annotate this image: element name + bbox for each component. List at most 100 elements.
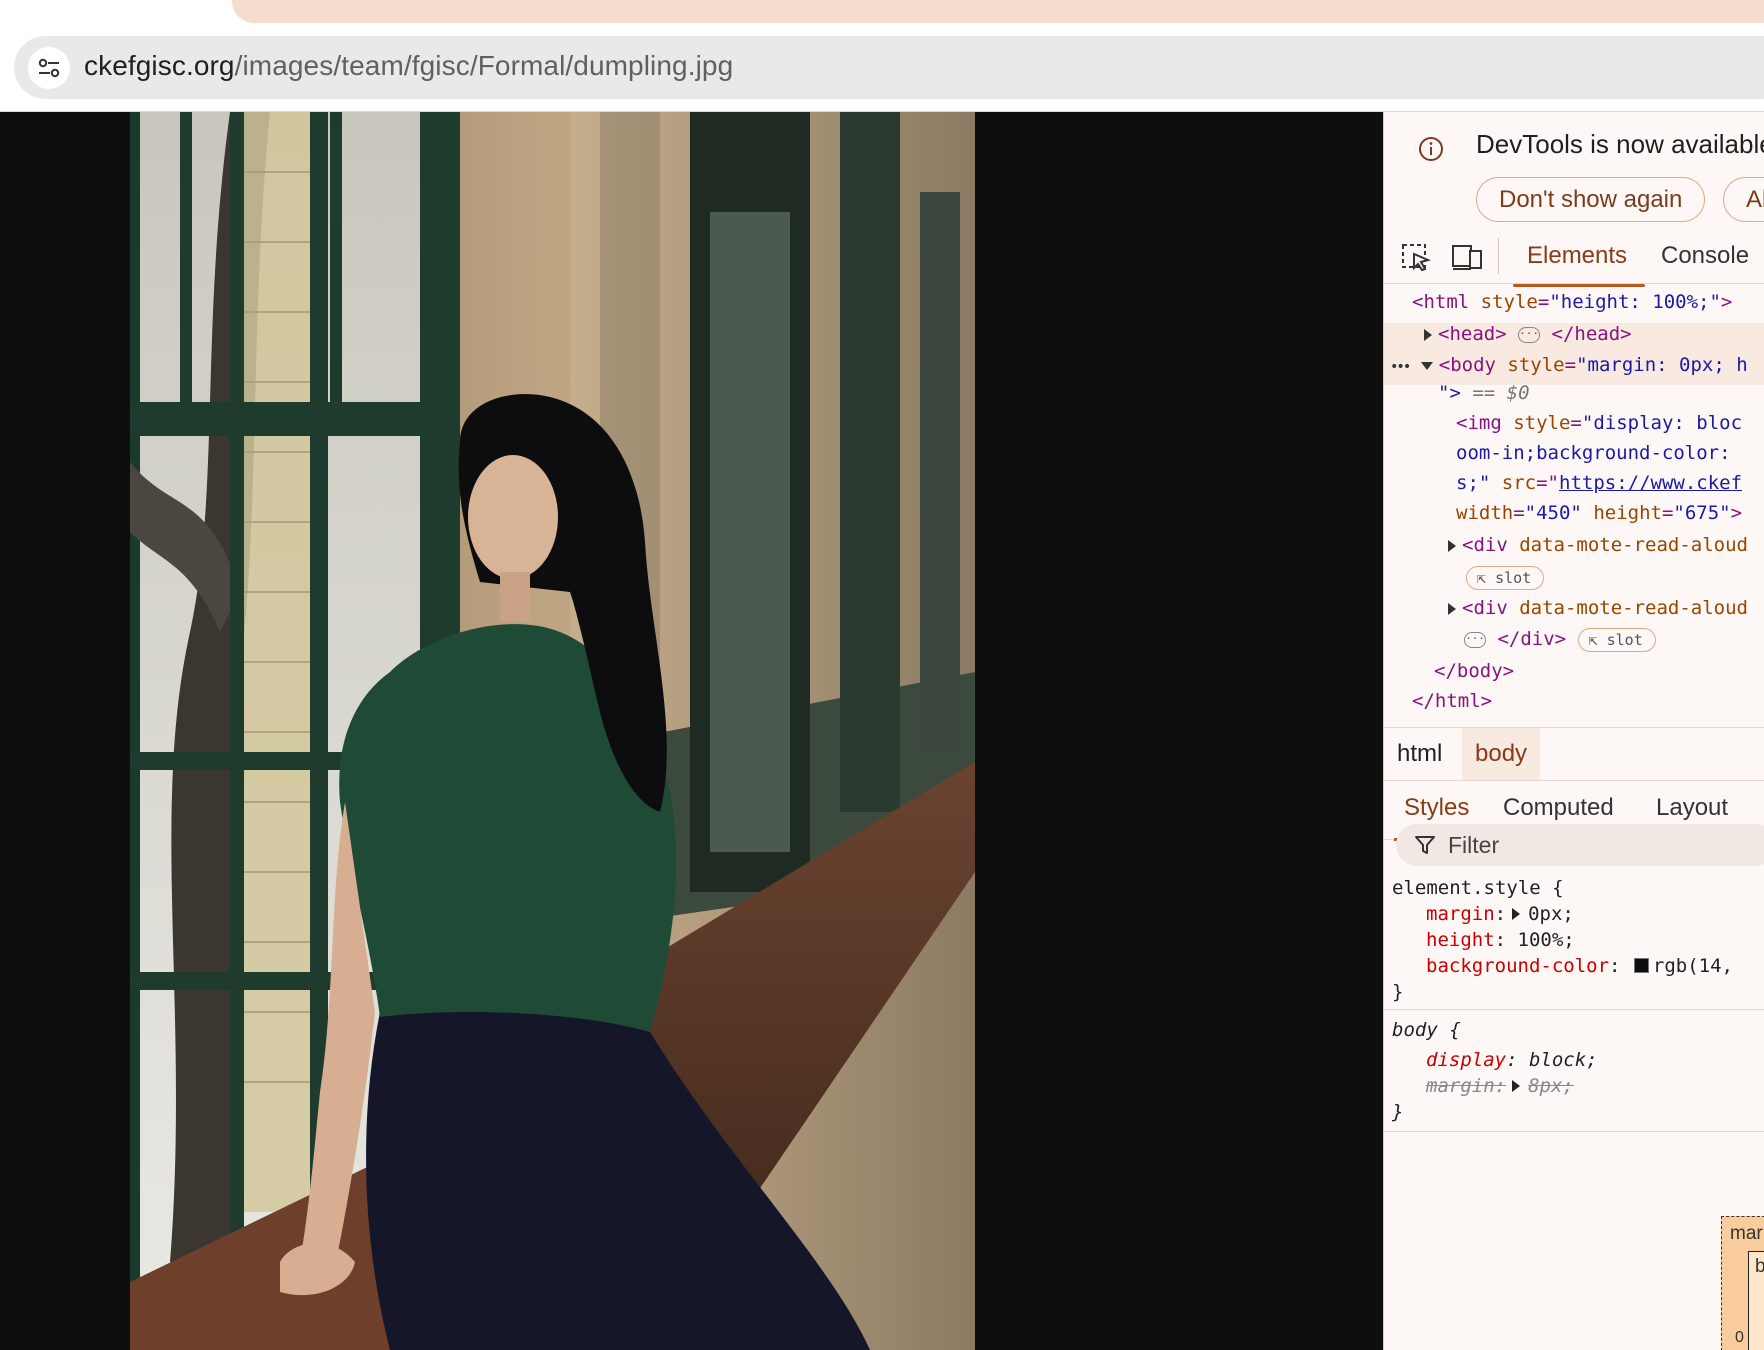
attr-name: style	[1513, 412, 1571, 434]
dom-node-img-cont1: oom-in;background-color:	[1456, 439, 1731, 467]
url-host: ckefgisc.org	[84, 50, 235, 81]
filter-icon	[1415, 836, 1435, 854]
dom-node-img-cont3: width="450" height="675">	[1456, 502, 1743, 524]
dom-node-img-cont2: s;" src="https://www.ckef	[1456, 469, 1742, 497]
tag-close: >	[1720, 291, 1733, 313]
box-model-diagram[interactable]: mar b 0	[1721, 1216, 1764, 1350]
tag-name: <html	[1412, 291, 1470, 313]
tag-name: <head>	[1438, 323, 1507, 345]
css-declaration[interactable]: background-color: rgb(14,	[1426, 953, 1733, 979]
collapsed-ellipsis-icon[interactable]: ···	[1518, 326, 1541, 343]
displayed-image[interactable]	[130, 112, 975, 1350]
tag-close: </head>	[1551, 323, 1632, 345]
attr-value: s;"	[1456, 472, 1491, 494]
css-declaration[interactable]: display: block;	[1426, 1047, 1598, 1073]
url-text[interactable]: ckefgisc.org/images/team/fgisc/Formal/du…	[84, 50, 733, 82]
color-swatch-icon[interactable]	[1633, 958, 1649, 973]
css-declaration-overridden[interactable]: margin: 8px;	[1426, 1073, 1574, 1099]
dom-node-div-1-slot: ⇱ slot	[1466, 563, 1545, 591]
box-model-border-label: b	[1755, 1256, 1764, 1278]
page-viewport	[0, 112, 1383, 1350]
expand-caret-icon[interactable]	[1512, 1080, 1521, 1092]
browser-toolbar: ckefgisc.org/images/team/fgisc/Formal/du…	[0, 34, 1764, 112]
src-link[interactable]: https://www.ckef	[1559, 472, 1742, 494]
dom-node-div-2[interactable]: <div data-mote-read-aloud	[1448, 594, 1748, 622]
rule-selector[interactable]: body {	[1392, 1017, 1461, 1043]
css-prop: display	[1426, 1049, 1507, 1071]
active-tab[interactable]	[232, 0, 1764, 23]
css-value: block;	[1528, 1049, 1598, 1071]
attr-name: style	[1480, 291, 1538, 313]
tab-console[interactable]: Console	[1661, 242, 1749, 270]
css-prop: background-color	[1426, 955, 1610, 977]
attr-name: data-mote-read-aloud	[1519, 534, 1748, 556]
toolbar-divider	[1498, 238, 1499, 274]
dont-show-again-button[interactable]: Don't show again	[1476, 177, 1706, 222]
devtools-main-tabs: Elements Console	[1384, 230, 1764, 287]
info-icon	[1419, 137, 1443, 161]
dom-node-div-1[interactable]: <div data-mote-read-aloud	[1448, 531, 1748, 559]
box-model-border: b	[1748, 1251, 1764, 1350]
css-declaration[interactable]: height: 100%;	[1426, 927, 1575, 953]
breadcrumb: html body	[1384, 727, 1764, 781]
url-path: /images/team/fgisc/Formal/dumpling.jpg	[234, 50, 734, 81]
tag-name: <div	[1462, 534, 1508, 556]
rule-divider	[1384, 1009, 1764, 1010]
tag-close: </body>	[1434, 660, 1515, 682]
slot-badge[interactable]: ⇱ slot	[1577, 627, 1656, 652]
dom-node-head[interactable]: <head> ··· </head>	[1424, 320, 1632, 348]
node-menu-icon[interactable]: •••	[1390, 359, 1411, 375]
dom-node-body[interactable]: ••• <body style="margin: 0px; h	[1390, 351, 1748, 379]
tab-computed[interactable]: Computed	[1503, 794, 1614, 822]
tab-elements[interactable]: Elements	[1512, 242, 1646, 287]
site-info-icon[interactable]	[28, 47, 70, 89]
css-declaration[interactable]: margin: 0px;	[1426, 901, 1574, 927]
attr-value: "margin: 0px; h	[1576, 354, 1748, 376]
tag-name: <img	[1456, 412, 1502, 434]
always-button[interactable]: Al	[1723, 177, 1764, 222]
rule-selector[interactable]: element.style {	[1392, 875, 1564, 901]
attr-name: src	[1501, 472, 1537, 494]
dom-node-html[interactable]: <html style="height: 100%;">	[1412, 288, 1732, 316]
expand-caret-icon[interactable]	[1448, 539, 1456, 552]
dom-node-body-close: </body>	[1434, 657, 1514, 685]
selected-marker: == $0	[1472, 382, 1530, 404]
tag-name: <body	[1438, 354, 1496, 376]
inspect-element-icon[interactable]	[1400, 242, 1434, 272]
device-toolbar-icon[interactable]	[1450, 242, 1484, 272]
attr-value: "display: bloc	[1581, 412, 1743, 434]
filter-placeholder: Filter	[1448, 832, 1500, 858]
attr-value: ">	[1438, 382, 1461, 404]
expand-caret-icon[interactable]	[1448, 602, 1456, 615]
tab-styles[interactable]: Styles	[1393, 794, 1478, 841]
dom-node-img[interactable]: <img style="display: bloc	[1456, 409, 1742, 437]
tag-close: </html>	[1412, 690, 1493, 712]
slot-badge[interactable]: ⇱ slot	[1466, 565, 1545, 590]
rule-close: }	[1392, 981, 1404, 1003]
address-bar[interactable]: ckefgisc.org/images/team/fgisc/Formal/du…	[14, 36, 1764, 99]
dom-tree: <html style="height: 100%;"> <head> ··· …	[1384, 285, 1764, 725]
tab-strip	[0, 0, 1764, 34]
box-model-value: 0	[1735, 1329, 1744, 1346]
tag-close: </div>	[1497, 628, 1567, 650]
infobar-message: DevTools is now available	[1476, 129, 1764, 159]
attr-value: "675"	[1673, 502, 1731, 524]
attr-value: "450"	[1524, 502, 1582, 524]
attr-value: "height: 100%;"	[1549, 291, 1721, 313]
collapse-caret-icon[interactable]	[1420, 361, 1433, 370]
css-prop: margin	[1426, 903, 1495, 925]
css-value: 8px;	[1528, 1075, 1574, 1097]
breadcrumb-body[interactable]: body	[1462, 728, 1541, 780]
expand-caret-icon[interactable]	[1424, 328, 1432, 341]
tab-layout[interactable]: Layout	[1656, 794, 1728, 822]
devtools-panel: DevTools is now available Don't show aga…	[1383, 112, 1764, 1350]
expand-caret-icon[interactable]	[1512, 908, 1521, 920]
css-prop: margin	[1426, 1075, 1495, 1097]
dom-node-body-cont: "> == $0	[1438, 379, 1530, 407]
css-prop: height	[1426, 929, 1495, 951]
styles-filter-input[interactable]: Filter	[1396, 824, 1764, 866]
rule-close: }	[1392, 1101, 1404, 1123]
attr-name: data-mote-read-aloud	[1519, 597, 1748, 619]
collapsed-ellipsis-icon[interactable]: ···	[1464, 631, 1486, 648]
breadcrumb-html[interactable]: html	[1384, 728, 1455, 780]
